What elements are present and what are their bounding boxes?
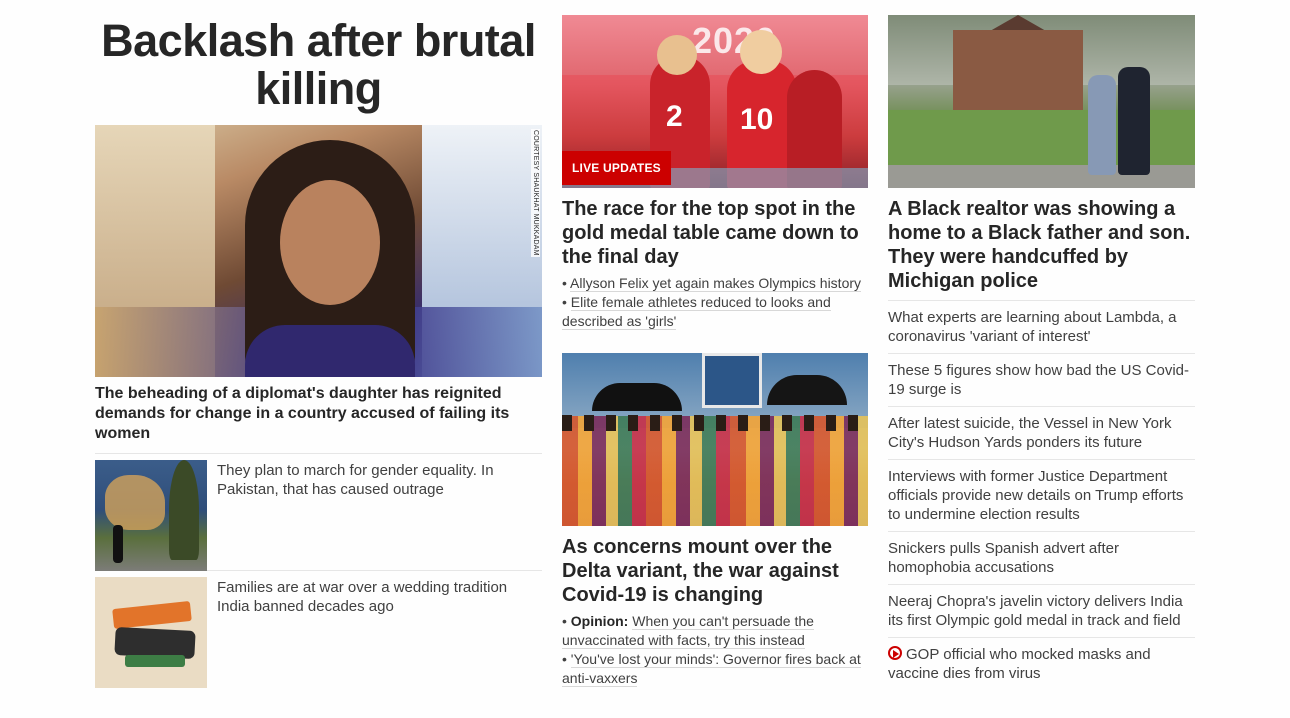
realtor-headline[interactable]: A Black realtor was showing a home to a …	[888, 197, 1195, 293]
hero-image[interactable]: COURTESY SHAUKHAT MUKKADAM	[95, 125, 542, 377]
police-image[interactable]	[888, 15, 1195, 188]
list-item[interactable]: Families are at war over a wedding tradi…	[95, 570, 542, 688]
related-link[interactable]: • Opinion: When you can't persuade the u…	[562, 612, 868, 650]
related-link[interactable]: • Elite female athletes reduced to looks…	[562, 293, 868, 331]
photo-credit: COURTESY SHAUKHAT MUKKADAM	[531, 129, 540, 257]
story-link[interactable]: They plan to march for gender equality. …	[217, 460, 542, 570]
olympics-image[interactable]: 2020 2 10 LIVE UPDATES	[562, 15, 868, 188]
list-item[interactable]: GOP official who mocked masks and vaccin…	[888, 637, 1195, 690]
zone-column-middle: 2020 2 10 LIVE UPDATES The race for the …	[562, 15, 868, 688]
live-updates-badge[interactable]: LIVE UPDATES	[562, 151, 671, 185]
related-links: • Opinion: When you can't persuade the u…	[562, 612, 868, 688]
list-item[interactable]: What experts are learning about Lambda, …	[888, 300, 1195, 353]
opinion-label: Opinion:	[570, 613, 629, 629]
related-links: • Allyson Felix yet again makes Olympics…	[562, 274, 868, 331]
mega-headline[interactable]: Backlash after brutal killing	[95, 15, 542, 113]
zone-column-left: Backlash after brutal killing COURTESY S…	[95, 15, 542, 688]
story-link[interactable]: Families are at war over a wedding tradi…	[217, 577, 542, 687]
lead-story-link[interactable]: The beheading of a diplomat's daughter h…	[95, 384, 542, 444]
play-circle-icon	[888, 646, 902, 660]
delta-variant-image[interactable]	[562, 353, 868, 526]
related-link[interactable]: • Allyson Felix yet again makes Olympics…	[562, 274, 868, 293]
list-item[interactable]: These 5 figures show how bad the US Covi…	[888, 353, 1195, 406]
list-item[interactable]: Interviews with former Justice Departmen…	[888, 459, 1195, 531]
olympics-headline[interactable]: The race for the top spot in the gold me…	[562, 197, 868, 269]
related-link[interactable]: • 'You've lost your minds': Governor fir…	[562, 650, 868, 688]
list-item[interactable]: Snickers pulls Spanish advert after homo…	[888, 531, 1195, 584]
story-list: What experts are learning about Lambda, …	[888, 300, 1195, 690]
list-item[interactable]: After latest suicide, the Vessel in New …	[888, 406, 1195, 459]
zone-column-right: A Black realtor was showing a home to a …	[888, 15, 1195, 690]
story-thumbnail[interactable]	[95, 460, 207, 571]
list-item[interactable]: Neeraj Chopra's javelin victory delivers…	[888, 584, 1195, 637]
delta-headline[interactable]: As concerns mount over the Delta variant…	[562, 535, 868, 607]
story-thumbnail[interactable]	[95, 577, 207, 688]
list-item[interactable]: They plan to march for gender equality. …	[95, 453, 542, 571]
